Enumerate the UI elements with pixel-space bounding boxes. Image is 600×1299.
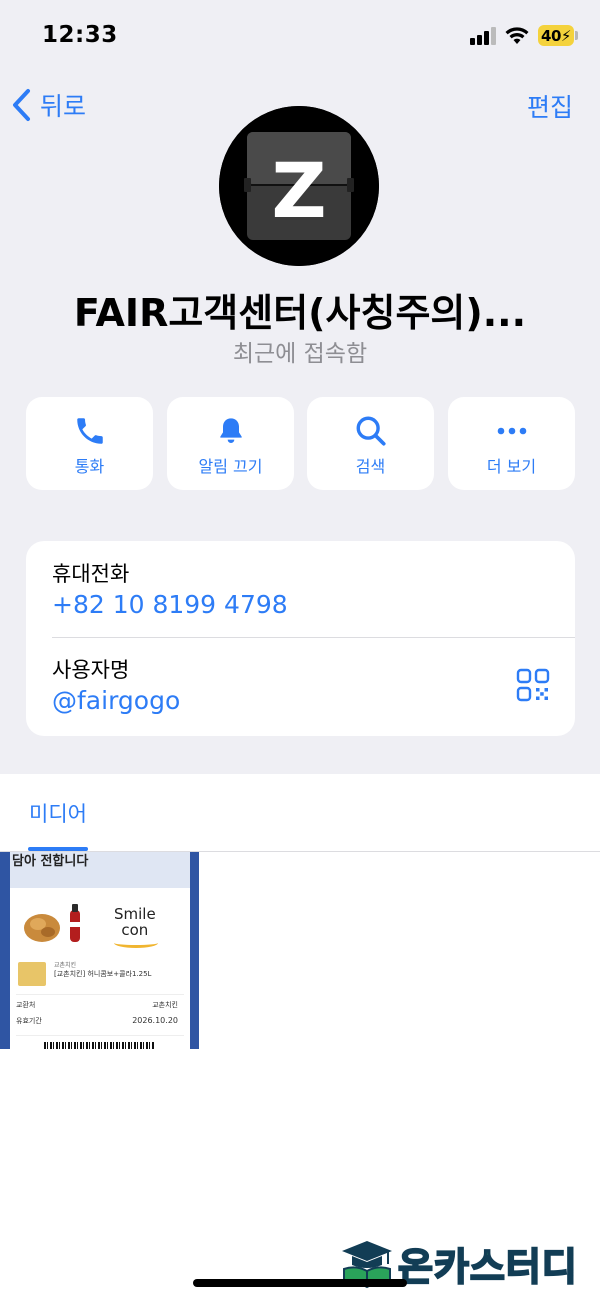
watermark-text: 온카스터디 bbox=[397, 1244, 578, 1290]
back-button[interactable]: 뒤로 bbox=[10, 84, 86, 126]
back-label: 뒤로 bbox=[40, 92, 87, 121]
action-buttons: 통화 알림 끄기 검색 더 보기 bbox=[26, 397, 575, 490]
search-icon bbox=[356, 416, 386, 446]
coupon-divider-2 bbox=[16, 1035, 184, 1036]
avatar-flip-clock-image: Z bbox=[219, 106, 379, 266]
battery-tip bbox=[575, 31, 578, 40]
cellular-signal-icon bbox=[470, 27, 496, 45]
battery-level: 40 bbox=[541, 26, 561, 45]
gift-coupon-image: 담아 전합니다 Smile con 교촌치킨 [교촌치킨] 허니콤보+콜라1.2… bbox=[10, 852, 190, 1049]
charging-bolt-icon: ⚡ bbox=[560, 26, 572, 45]
validity-value: 2026.10.20 bbox=[132, 1016, 178, 1025]
home-indicator[interactable] bbox=[193, 1279, 407, 1287]
more-icon bbox=[497, 427, 526, 435]
call-label: 통화 bbox=[74, 457, 105, 476]
media-thumbnail[interactable]: 담아 전합니다 Smile con 교촌치킨 [교촌치킨] 허니콤보+콜라1.2… bbox=[0, 852, 199, 1049]
qr-code-icon[interactable] bbox=[516, 668, 550, 702]
avatar-letter: Z bbox=[271, 146, 326, 235]
exchange-label: 교환처 bbox=[16, 1001, 36, 1009]
brand-line1: Smile bbox=[114, 905, 156, 923]
coupon-divider bbox=[16, 994, 184, 995]
smilecon-logo-arc bbox=[114, 938, 158, 948]
smilecon-logo: Smile con bbox=[114, 906, 156, 938]
chevron-left-icon bbox=[13, 89, 30, 121]
contact-info-card: 휴대전화 +82 10 8199 4798 사용자명 @fairgogo bbox=[26, 541, 575, 736]
contact-name: FAIR고객센터(사칭주의)... bbox=[73, 291, 527, 335]
coupon-shop-small: 교촌치킨 bbox=[54, 962, 77, 969]
exchange-value: 교촌치킨 bbox=[152, 1001, 178, 1009]
avatar[interactable]: Z bbox=[219, 106, 379, 266]
search-label: 검색 bbox=[355, 457, 386, 476]
last-seen-status: 최근에 접속함 bbox=[232, 341, 368, 367]
coupon-heading: 담아 전합니다 bbox=[12, 854, 89, 869]
username-label: 사용자명 bbox=[52, 658, 130, 682]
wifi-icon bbox=[505, 27, 529, 44]
username-link[interactable]: @fairgogo bbox=[52, 686, 180, 715]
battery-indicator: 40 ⚡ bbox=[538, 25, 574, 46]
validity-label: 유효기간 bbox=[16, 1017, 42, 1025]
barcode bbox=[44, 1042, 154, 1049]
status-time: 12:33 bbox=[42, 22, 118, 48]
mute-button[interactable]: 알림 끄기 bbox=[167, 397, 294, 490]
mute-label: 알림 끄기 bbox=[198, 457, 263, 476]
status-bar: 12:33 40 ⚡ bbox=[0, 0, 600, 70]
coupon-header: 담아 전합니다 bbox=[10, 852, 190, 888]
edit-button[interactable]: 편집 bbox=[527, 88, 573, 124]
phone-icon bbox=[76, 418, 103, 444]
bell-icon bbox=[219, 418, 242, 443]
more-button[interactable]: 더 보기 bbox=[448, 397, 575, 490]
call-button[interactable]: 통화 bbox=[26, 397, 153, 490]
coupon-product: [교촌치킨] 허니콤보+콜라1.25L bbox=[54, 970, 152, 978]
more-label: 더 보기 bbox=[486, 457, 537, 476]
shop-logo-icon bbox=[18, 962, 46, 986]
search-button[interactable]: 검색 bbox=[307, 397, 434, 490]
phone-number-link[interactable]: +82 10 8199 4798 bbox=[52, 590, 288, 619]
tab-media[interactable]: 미디어 bbox=[29, 798, 87, 828]
phone-label: 휴대전화 bbox=[52, 562, 130, 586]
chicken-and-cola-icon bbox=[24, 904, 80, 942]
divider bbox=[52, 637, 575, 638]
brand-line2: con bbox=[121, 921, 149, 939]
